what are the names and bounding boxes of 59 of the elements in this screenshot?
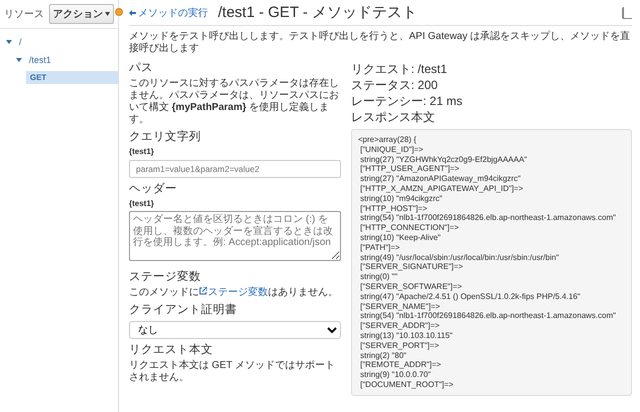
tree-item[interactable]: GET xyxy=(26,71,118,84)
code-line: ["SERVER_NAME"]=> xyxy=(359,302,442,312)
section-heading: パス xyxy=(129,61,154,75)
response-heading: レスポンス本文 xyxy=(351,109,436,125)
code-line: ["HTTP_HOST"]=> xyxy=(359,204,428,214)
code-line: ["HTTP_CONNECTION"]=> xyxy=(359,223,460,233)
request-body-text: リクエスト本文は GET メソッドではサポートされません。 xyxy=(129,360,336,384)
field-label: {test1} xyxy=(129,147,155,156)
section-heading: ステージ変数 xyxy=(129,270,202,284)
code-line: string(10) "m94cikgzrc" xyxy=(359,194,444,204)
sidebar-title: リソース xyxy=(4,8,44,21)
code-line: string(54) "nlb1-1f700f2691864826.elb.ap-northeast-1.amazonaws.com" xyxy=(359,311,617,322)
caret-icon[interactable] xyxy=(16,57,22,63)
latency-text: レーテンシー: 21 ms xyxy=(351,93,464,109)
status-text: ステータス: 200 xyxy=(351,77,439,93)
code-line: ["HTTP_X_AMZN_APIGATEWAY_API_ID"]=> xyxy=(359,184,524,194)
code-line: string(47) "Apache/2.4.51 () OpenSSL/1.0.2k-fips PHP/5.4.16" xyxy=(359,292,582,302)
tree-item[interactable]: /test1 xyxy=(25,53,56,67)
code-line: string(27) "AmazonAPIGateway_m94cikgzrc" xyxy=(359,174,522,184)
field-label: {test1} xyxy=(129,199,155,208)
code-line: ["DOCUMENT_ROOT"]=> xyxy=(359,380,454,390)
section-heading: クライアント証明書 xyxy=(129,303,238,317)
section-heading: ヘッダー xyxy=(129,182,178,196)
request-text: リクエスト: /test1 xyxy=(351,61,448,77)
section-heading: クエリ文字列 xyxy=(129,130,202,144)
caret-icon[interactable] xyxy=(6,39,12,45)
action-button[interactable]: アクション xyxy=(49,4,114,24)
code-line: ["SERVER_SOFTWARE"]=> xyxy=(359,282,463,292)
code-line: ["HTTP_USER_AGENT"]=> xyxy=(359,164,460,174)
code-line: ["SERVER_SIGNATURE"]=> xyxy=(359,262,464,272)
code-line: ["REMOTE_ADDR"]=> xyxy=(359,360,442,370)
certificate-select[interactable]: なし xyxy=(129,321,341,339)
stage-variables-link[interactable]: ステージ変数 xyxy=(199,287,268,298)
stage-variables-text: このメソッドに ステージ変数はありません。 xyxy=(129,287,339,299)
back-link[interactable]: メソッドの実行 xyxy=(129,6,208,20)
caret-icon xyxy=(105,12,110,16)
code-line: <pre>array(28) { xyxy=(358,135,418,145)
tree-item[interactable]: / xyxy=(15,35,26,49)
query-input-field[interactable]: param1=value1&param2=value2 xyxy=(129,160,341,178)
code-line: string(54) "nlb1-1f700f2691864826.elb.ap-northeast-1.amazonaws.com" xyxy=(359,213,617,224)
status-dot xyxy=(115,8,123,16)
description-text: メソッドをテスト呼び出しします。テスト呼び出しを行うと、API Gateway は承認をスキップし、メソッドを直接呼び出します xyxy=(129,31,632,55)
code-line: ["UNIQUE_ID"]=> xyxy=(359,144,424,155)
section-heading: リクエスト本文 xyxy=(129,343,214,357)
page-title: /test1 - GET - メソッドテスト xyxy=(218,3,418,22)
back-arrow-icon xyxy=(129,10,136,16)
code-line: string(27) "YZGHWhkYq2cz0g9-Ef2bjgAAAAA" xyxy=(359,154,528,164)
code-line: string(10) "Keep-Alive" xyxy=(359,232,442,243)
code-line: ["SERVER_PORT"]=> xyxy=(359,340,440,351)
code-line: string(0) "" xyxy=(359,272,398,282)
code-line: string(9) "10.0.0.70" xyxy=(359,370,432,380)
code-line: ["PATH"]=> xyxy=(359,242,401,253)
code-line: string(13) "10.103.10.115" xyxy=(359,330,454,341)
code-line: string(49) "/usr/local/sbin:/usr/local/bin:/usr/sbin:/usr/bin" xyxy=(359,252,560,262)
code-line: string(2) "80" xyxy=(359,350,408,360)
path-info-text: このリソースに対するパスパラメータは存在しません。パスパラメータは、リソースパスにおいて構文 {myPathParam} を使用し定義します。 xyxy=(129,78,340,126)
external-link-icon xyxy=(199,287,207,295)
headers-textarea[interactable]: ヘッダー名と値を区切るときはコロン (:) を使用し、複数のヘッダーを宣言するときは改行を使用します。例: Accept:application/json xyxy=(129,211,341,261)
code-line: ["SERVER_ADDR"]=> xyxy=(359,321,441,331)
